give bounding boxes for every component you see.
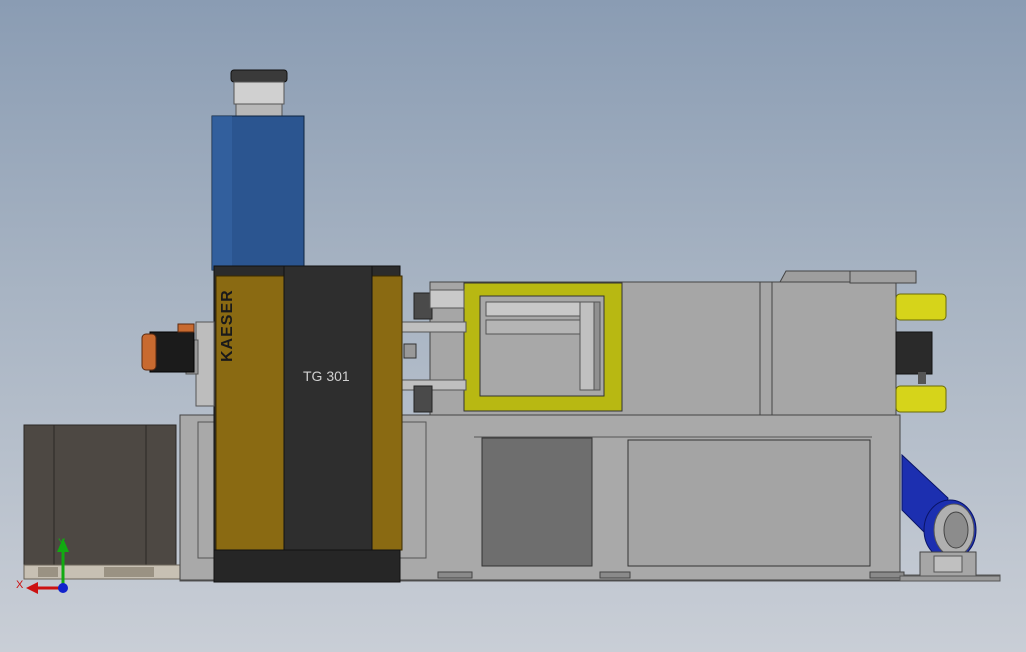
model-label: TG 301 bbox=[303, 368, 350, 384]
brand-label: KAESER bbox=[219, 289, 236, 362]
blue-duct bbox=[899, 453, 1001, 582]
y-axis-label: Y bbox=[58, 537, 66, 549]
machine-model[interactable]: KAESER TG 301 X Y bbox=[0, 0, 1026, 652]
motor-assembly bbox=[141, 321, 215, 407]
yellow-access-frame bbox=[463, 282, 623, 412]
left-crate bbox=[23, 424, 181, 580]
filter-housing bbox=[211, 69, 305, 271]
compressor-cabinet bbox=[213, 265, 403, 583]
x-axis-label: X bbox=[16, 579, 24, 591]
yellow-pipes bbox=[895, 293, 947, 413]
cad-viewport[interactable]: KAESER TG 301 X Y bbox=[0, 0, 1026, 652]
